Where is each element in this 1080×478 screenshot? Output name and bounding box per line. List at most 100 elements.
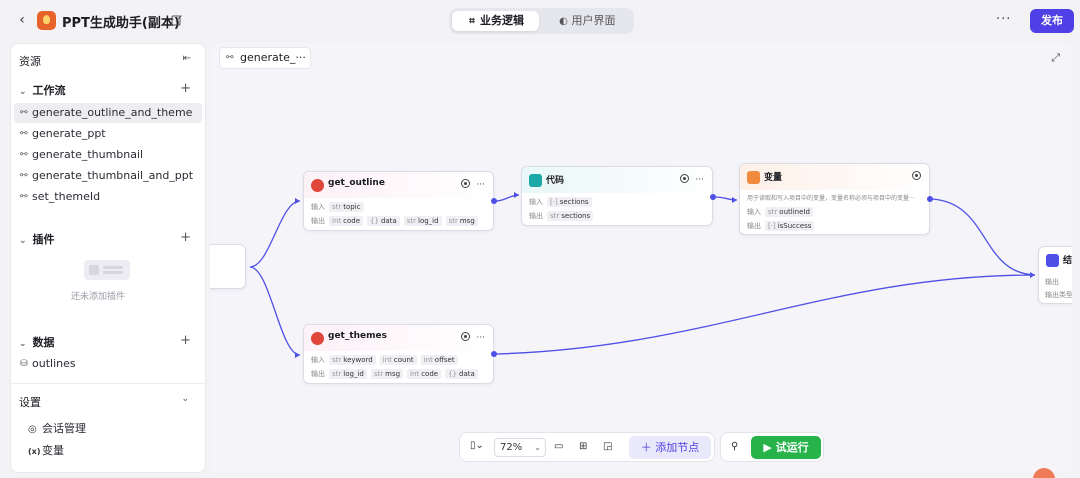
divider <box>11 383 205 384</box>
database-icon: ⛁ <box>20 359 28 369</box>
node-actions[interactable]: ··· <box>461 178 485 190</box>
edge-variable-end <box>931 198 1036 276</box>
sidebar-item-workflow[interactable]: ⚯ generate_thumbnail_and_ppt <box>14 166 202 186</box>
sidebar-item-workflow[interactable]: ⚯ generate_thumbnail <box>14 145 202 165</box>
layout-icon[interactable]: ⊞ <box>579 441 587 452</box>
node-title: get_outline <box>328 178 385 188</box>
arrowhead <box>514 192 519 198</box>
tab-user-interface[interactable]: ◐ 用户界面 <box>543 11 631 31</box>
output-port[interactable] <box>710 194 716 200</box>
add-workflow-button[interactable]: + <box>180 81 191 96</box>
section-workflow[interactable]: ⌄ 工作流 <box>19 82 66 98</box>
output-row: 输出 [·] isSuccess <box>747 221 818 231</box>
chevron-down-icon: ⌄ <box>19 236 27 246</box>
add-data-button[interactable]: + <box>180 333 191 348</box>
node-title: get_themes <box>328 331 388 341</box>
edges-layer <box>249 192 1036 358</box>
arrowhead <box>295 198 300 204</box>
node-actions[interactable]: ··· <box>680 173 704 185</box>
edge-themes-end <box>495 274 1036 355</box>
test-run-button[interactable]: ▶ 试运行 <box>751 436 821 459</box>
workflow-icon: ⚯ <box>20 171 28 181</box>
sidebar-item-database[interactable]: ⛁ outlines <box>14 354 202 374</box>
mouse-mode-icon[interactable]: ▯⌄ <box>470 440 484 451</box>
top-bar: ‹ PPT生成助手(副本) ⌗ 业务逻辑 ◐ 用户界面 ··· 发布 <box>0 0 1080 42</box>
output-port[interactable] <box>491 351 497 357</box>
output-row: 输出 str sections <box>529 211 597 221</box>
variable-icon <box>747 171 760 184</box>
node-code[interactable]: 代码 ··· 输入 [·] sections 输出 str sections <box>521 166 713 226</box>
input-row: 输入 str outlineId <box>747 207 817 217</box>
start-node[interactable] <box>210 244 246 289</box>
add-node-button[interactable]: ＋ 添加节点 <box>629 436 711 459</box>
section-data[interactable]: ⌄ 数据 <box>19 334 55 350</box>
play-icon: ▶ <box>763 441 776 454</box>
comment-icon[interactable]: ▭ <box>554 441 563 452</box>
workflow-canvas[interactable]: ⚯ generate_··· ⤢ get_outline ··· 输入 str top… <box>210 43 1072 473</box>
sidebar-item-workflow[interactable]: ⚯ generate_ppt <box>14 124 202 144</box>
node-variable[interactable]: 变量 用于读取和写入项目中的变量，变量名称必须与项目中的变量··· 输入 str o… <box>739 163 930 235</box>
chevron-down-icon: ⌄ <box>19 339 27 349</box>
more-options-icon[interactable]: ··· <box>996 12 1011 27</box>
sidebar-title: 资源 <box>19 55 41 68</box>
app-title: PPT生成助手(副本) <box>62 16 180 31</box>
test-run-icon[interactable] <box>461 332 471 341</box>
run-toolbar: ⚲ ▶ 试运行 <box>720 432 824 462</box>
node-get-themes[interactable]: get_themes ··· 输入 str keyword int count int of… <box>303 324 494 384</box>
chevron-down-icon: ⌄ <box>534 443 541 452</box>
settings-item-variable[interactable]: (x) 变量 <box>28 442 64 458</box>
plugin-empty-text: 还未添加插件 <box>71 292 126 302</box>
node-get-outline[interactable]: get_outline ··· 输入 str topic 输出 int code{} da… <box>303 171 494 231</box>
output-row: 输出 <box>1045 278 1059 286</box>
end-icon <box>1046 254 1059 267</box>
input-row: 输入 str keyword int count int offset <box>311 355 462 365</box>
section-plugin[interactable]: ⌄ 插件 <box>19 231 55 247</box>
sidebar-item-workflow[interactable]: ⚯ set_themeId <box>14 187 202 207</box>
section-settings[interactable]: 设置 <box>19 394 41 410</box>
node-actions[interactable]: ··· <box>461 331 485 343</box>
node-actions[interactable] <box>912 170 921 182</box>
more-icon[interactable]: ··· <box>476 180 485 190</box>
node-description: 用于读取和写入项目中的变量，变量名称必须与项目中的变量··· <box>747 195 915 202</box>
input-row: 输入 str topic <box>311 202 368 212</box>
flow-icon: ⌗ <box>469 16 475 27</box>
edge-start-outline <box>249 200 301 268</box>
minimap-icon[interactable]: ◲ <box>603 441 612 452</box>
more-icon[interactable]: ··· <box>695 175 704 185</box>
arrowhead <box>295 352 300 358</box>
canvas-toolbar: ▯⌄ 72% ⌄ ▭ ⊞ ◲ ＋ 添加节点 <box>459 432 715 462</box>
node-end[interactable]: 结 输出 输出类型 <box>1038 246 1072 304</box>
output-row: 输出 str log_id str msg int code{} data <box>311 369 482 379</box>
zoom-select[interactable]: 72% ⌄ <box>494 438 546 457</box>
tab-business-logic[interactable]: ⌗ 业务逻辑 <box>452 11 539 31</box>
input-row: 输入 [·] sections <box>529 197 596 207</box>
empty-plugin-illustration <box>84 260 130 280</box>
app-logo-icon <box>37 11 56 30</box>
plus-icon: ＋ <box>640 441 656 454</box>
arrowhead <box>1030 272 1035 278</box>
sidebar-item-workflow[interactable]: ⚯ generate_outline_and_theme <box>14 103 202 123</box>
workflow-icon: ⚯ <box>20 108 28 118</box>
settings-item-conversation[interactable]: ◎ 会话管理 <box>28 420 86 436</box>
collapse-sidebar-icon[interactable]: ⇤ <box>183 53 191 64</box>
edge-start-themes <box>249 266 301 356</box>
debug-icon[interactable]: ⚲ <box>731 441 738 452</box>
output-port[interactable] <box>491 198 497 204</box>
output-port[interactable] <box>927 196 933 202</box>
workflow-icon: ⚯ <box>20 150 28 160</box>
back-arrow-icon[interactable]: ‹ <box>14 12 30 28</box>
add-plugin-button[interactable]: + <box>180 230 191 245</box>
plugin-icon <box>311 332 324 345</box>
node-title: 结 <box>1063 256 1072 266</box>
publish-button[interactable]: 发布 <box>1030 9 1074 33</box>
test-run-icon[interactable] <box>461 179 471 188</box>
test-run-icon[interactable] <box>912 171 921 180</box>
node-title: 变量 <box>764 173 783 183</box>
test-run-icon[interactable] <box>680 174 690 183</box>
edit-icon[interactable] <box>171 14 183 26</box>
plugin-icon <box>311 179 324 192</box>
more-icon[interactable]: ··· <box>476 333 485 343</box>
chevron-down-icon[interactable]: ⌄ <box>181 394 189 404</box>
node-title: 代码 <box>546 176 565 186</box>
view-switcher: ⌗ 业务逻辑 ◐ 用户界面 <box>449 8 634 34</box>
